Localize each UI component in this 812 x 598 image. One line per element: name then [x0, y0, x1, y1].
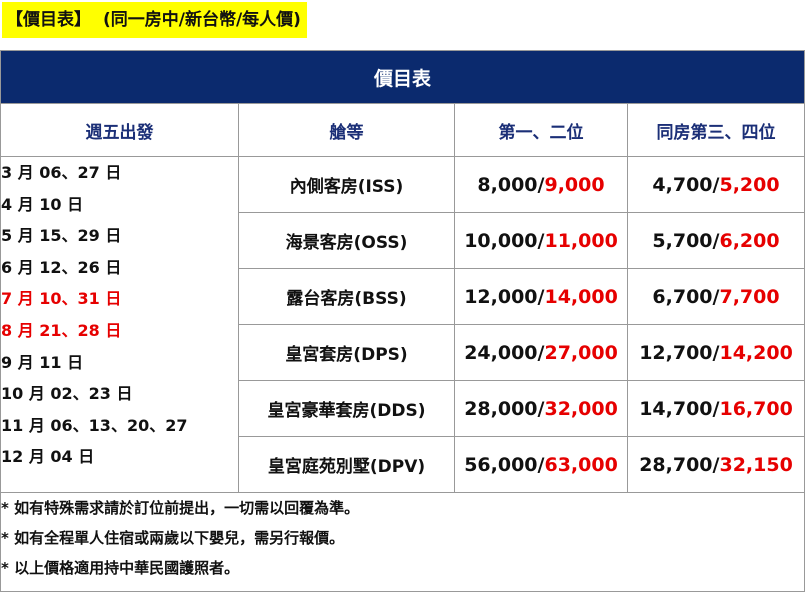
price-first-second: 28,000/32,000 — [454, 380, 628, 437]
peak-price: 7,700 — [719, 285, 780, 308]
heading-subtitle: (同一房中/新台幣/每人價) — [103, 10, 301, 30]
base-price: 28,700/ — [639, 453, 720, 476]
base-price: 8,000/ — [477, 173, 545, 196]
base-price: 4,700/ — [652, 173, 720, 196]
price-table: 價目表 週五出發 艙等 第一、二位 同房第三、四位 3 月 06、27 日 4 月… — [0, 50, 806, 592]
note-line: * 以上價格適用持中華民國護照者。 — [1, 559, 240, 577]
departure-date: 4 月 10 日 — [1, 194, 84, 214]
heading-tag: 【價目表】 — [6, 10, 91, 30]
price-first-second: 10,000/11,000 — [454, 212, 628, 269]
table-row: 3 月 06、27 日 4 月 10 日 5 月 15、29 日 6 月 12、26 … — [0, 156, 806, 493]
cabin-type: 露台客房(BSS) — [238, 268, 455, 325]
peak-price: 14,200 — [719, 341, 793, 364]
departure-date: 11 月 06、13、20、27 — [1, 415, 188, 435]
peak-price: 11,000 — [544, 229, 618, 252]
peak-price: 6,200 — [719, 229, 780, 252]
departure-dates-cell: 3 月 06、27 日 4 月 10 日 5 月 15、29 日 6 月 12、26 … — [0, 156, 239, 493]
base-price: 56,000/ — [464, 453, 545, 476]
peak-price: 32,000 — [544, 397, 618, 420]
base-price: 12,000/ — [464, 285, 545, 308]
notes-row: * 如有特殊需求請於訂位前提出，一切需以回覆為準。 * 如有全程單人住宿或兩歲以下… — [0, 492, 806, 592]
table-header-row: 週五出發 艙等 第一、二位 同房第三、四位 — [0, 103, 806, 157]
departure-date: 10 月 02、23 日 — [1, 384, 133, 404]
base-price: 14,700/ — [639, 397, 720, 420]
peak-price: 9,000 — [544, 173, 605, 196]
departure-date: 3 月 06、27 日 — [1, 163, 122, 182]
base-price: 6,700/ — [652, 285, 720, 308]
peak-price: 32,150 — [719, 453, 793, 476]
base-price: 5,700/ — [652, 229, 720, 252]
page-heading: 【價目表】 (同一房中/新台幣/每人價) — [2, 2, 307, 38]
table-title-row: 價目表 — [0, 50, 806, 104]
base-price: 28,000/ — [464, 397, 545, 420]
note-line: * 如有全程單人住宿或兩歲以下嬰兒，需另行報價。 — [1, 529, 345, 547]
departure-date: 6 月 12、26 日 — [1, 257, 122, 277]
price-first-second: 12,000/14,000 — [454, 268, 628, 325]
base-price: 10,000/ — [464, 229, 545, 252]
cabin-type: 內側客房(ISS) — [238, 156, 455, 213]
price-third-fourth: 28,700/32,150 — [626, 436, 806, 493]
cabin-type: 皇宮豪華套房(DDS) — [238, 380, 455, 437]
price-first-second: 8,000/9,000 — [454, 156, 628, 213]
cabin-type: 皇宮套房(DPS) — [238, 324, 455, 381]
cabin-type: 皇宮庭苑別墅(DPV) — [238, 436, 455, 493]
peak-price: 5,200 — [719, 173, 780, 196]
price-first-second: 24,000/27,000 — [454, 324, 628, 381]
departure-date: 7 月 10、31 日 — [1, 289, 122, 309]
table-title: 價目表 — [0, 50, 806, 104]
notes-cell: * 如有特殊需求請於訂位前提出，一切需以回覆為準。 * 如有全程單人住宿或兩歲以下… — [0, 492, 806, 592]
header-third-fourth: 同房第三、四位 — [626, 103, 806, 157]
departure-date: 9 月 11 日 — [1, 352, 84, 372]
price-third-fourth: 4,700/5,200 — [626, 156, 806, 213]
header-first-second: 第一、二位 — [454, 103, 628, 157]
price-third-fourth: 14,700/16,700 — [626, 380, 806, 437]
peak-price: 27,000 — [544, 341, 618, 364]
base-price: 12,700/ — [639, 341, 720, 364]
departure-date: 8 月 21、28 日 — [1, 320, 122, 340]
header-departure: 週五出發 — [0, 103, 239, 157]
base-price: 24,000/ — [464, 341, 545, 364]
peak-price: 63,000 — [544, 453, 618, 476]
departure-date: 12 月 04 日 — [1, 447, 95, 467]
cabin-type: 海景客房(OSS) — [238, 212, 455, 269]
price-first-second: 56,000/63,000 — [454, 436, 628, 493]
note-line: * 如有特殊需求請於訂位前提出，一切需以回覆為準。 — [1, 499, 360, 517]
peak-price: 14,000 — [544, 285, 618, 308]
price-third-fourth: 12,700/14,200 — [626, 324, 806, 381]
departure-date: 5 月 15、29 日 — [1, 226, 122, 246]
price-third-fourth: 5,700/6,200 — [626, 212, 806, 269]
header-cabin: 艙等 — [238, 103, 455, 157]
peak-price: 16,700 — [719, 397, 793, 420]
price-third-fourth: 6,700/7,700 — [626, 268, 806, 325]
